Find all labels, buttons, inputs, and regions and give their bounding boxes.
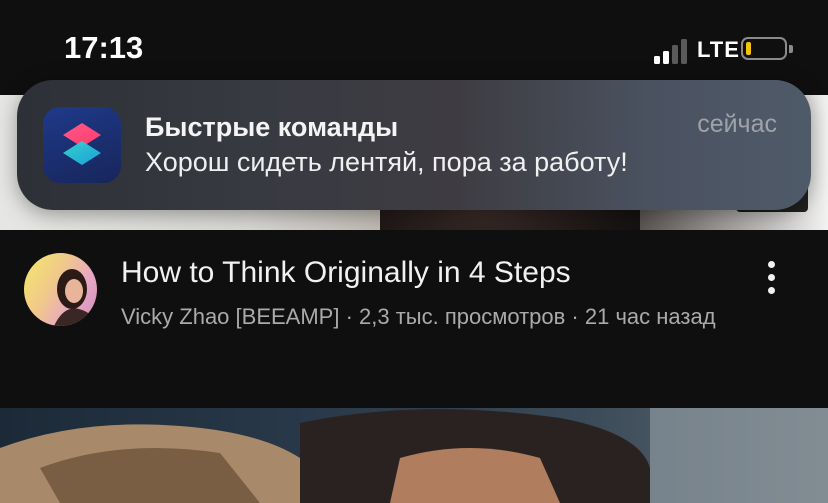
battery-fill: [746, 42, 751, 55]
video-metadata: Vicky Zhao [BEEAMP] · 2,3 тыс. просмотро…: [121, 304, 716, 329]
notification-banner[interactable]: Быстрые команды сейчас Хорош сидеть лент…: [17, 80, 811, 210]
notification-time: сейчас: [697, 110, 777, 138]
network-type: LTE: [697, 37, 740, 62]
video-info-row[interactable]: How to Think Originally in 4 Steps Vicky…: [0, 230, 828, 408]
notification-message: Хорош сидеть лентяй, пора за работу!: [145, 147, 628, 177]
video-thumbnail-bottom[interactable]: [0, 408, 828, 503]
shortcuts-app-icon: [43, 107, 121, 183]
more-vertical-icon[interactable]: [757, 258, 787, 298]
battery-cap: [789, 45, 793, 53]
battery-icon: [741, 37, 787, 60]
status-time: 17:13: [64, 30, 144, 65]
channel-avatar[interactable]: [24, 253, 97, 326]
cellular-signal-icon: [654, 38, 688, 64]
video-title[interactable]: How to Think Originally in 4 Steps: [121, 256, 571, 290]
notification-app-name: Быстрые команды: [145, 112, 399, 142]
